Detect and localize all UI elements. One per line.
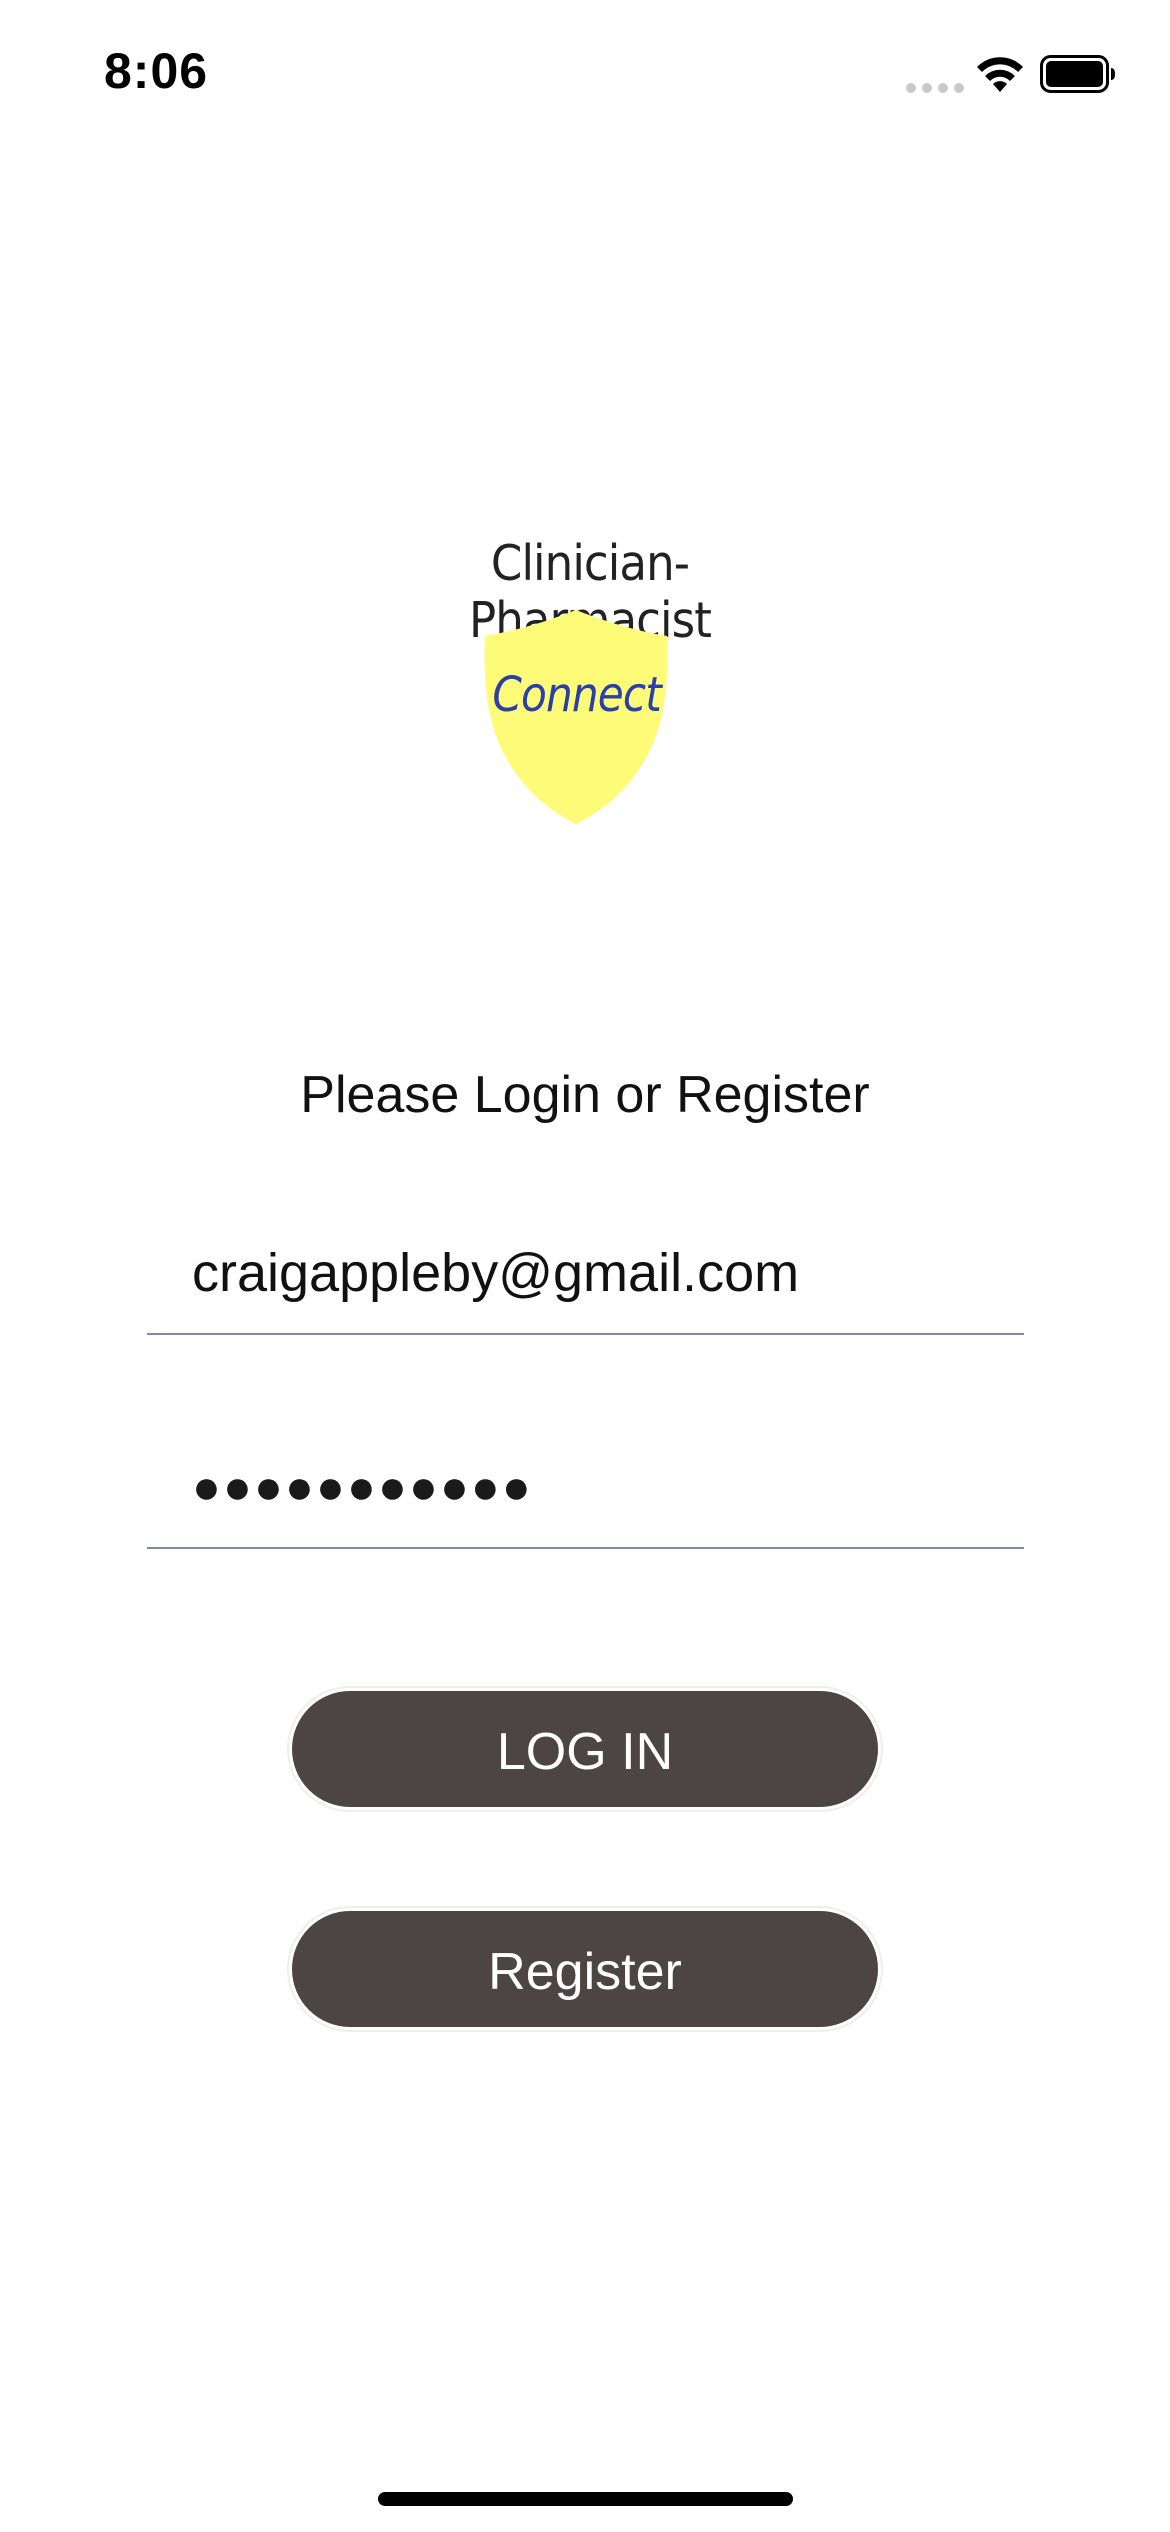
register-button[interactable]: Register <box>289 1908 881 2030</box>
home-indicator[interactable] <box>378 2492 793 2506</box>
login-button[interactable]: LOG IN <box>289 1688 881 1810</box>
login-prompt: Please Login or Register <box>300 1066 870 1124</box>
app-logo: Clinician-Pharmacist Connect <box>360 535 820 835</box>
status-time: 8:06 <box>104 43 209 99</box>
password-input[interactable]: ●●●●●●●●●●● <box>192 1460 533 1515</box>
email-field[interactable] <box>147 1215 1024 1335</box>
logo-shield-text: Connect <box>492 667 661 723</box>
status-bar: 8:06 <box>0 0 1170 140</box>
wifi-icon <box>977 57 1023 92</box>
password-field[interactable]: ●●●●●●●●●●● <box>147 1425 1024 1549</box>
cellular-signal-icon <box>906 83 964 93</box>
battery-icon <box>1040 55 1115 93</box>
email-input[interactable] <box>192 1233 992 1313</box>
